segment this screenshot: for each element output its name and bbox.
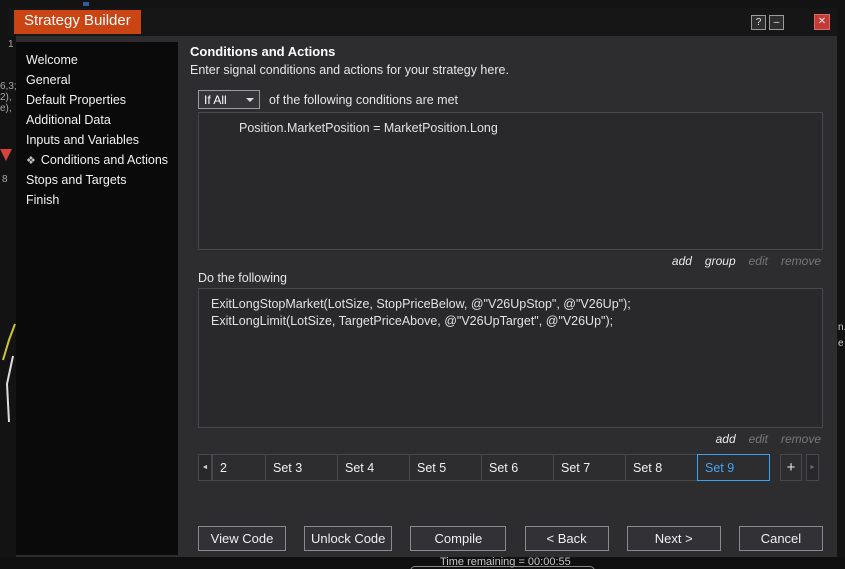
- tab-set-7[interactable]: Set 7: [553, 454, 626, 481]
- help-button[interactable]: ?: [751, 14, 766, 30]
- back-button[interactable]: < Back: [524, 526, 609, 551]
- help-icon: ?: [755, 16, 762, 28]
- tab-scroll-right-button[interactable]: ►: [806, 454, 819, 481]
- actions-links: add edit remove: [198, 432, 821, 446]
- dialog-buttons: View Code Unlock Code Compile < Back Nex…: [198, 526, 823, 551]
- chart-label-fragment: 1: [8, 39, 14, 50]
- chart-label-fragment: n..: [838, 322, 845, 333]
- tab-set-6[interactable]: Set 6: [481, 454, 554, 481]
- scroll-right-icon: ►: [809, 464, 816, 471]
- chart-label-fragment: 8: [2, 174, 8, 185]
- tab-set-9[interactable]: Set 9: [697, 454, 770, 481]
- conditions-edit-link: edit: [748, 254, 768, 268]
- sidebar: Welcome General Default Properties Addit…: [16, 42, 178, 555]
- minimize-button[interactable]: –: [769, 14, 784, 30]
- minimize-icon: –: [773, 16, 780, 28]
- titlebar-buttons: ? – ✕: [751, 14, 830, 30]
- conditions-links: add group edit remove: [198, 254, 821, 268]
- main-panel: Conditions and Actions Enter signal cond…: [190, 42, 823, 551]
- add-set-button[interactable]: +: [780, 454, 802, 481]
- condition-mode-select[interactable]: If All: [198, 90, 260, 109]
- chart-marker-dot: [83, 2, 89, 6]
- cancel-button[interactable]: Cancel: [738, 526, 823, 551]
- chart-background-left: 1 6,3; 2), e), 8: [0, 0, 89, 569]
- tab-set-8[interactable]: Set 8: [625, 454, 698, 481]
- actions-label: Do the following: [198, 271, 287, 285]
- plus-icon: +: [786, 459, 796, 476]
- conditions-group-link[interactable]: group: [705, 254, 736, 268]
- sidebar-item-inputs-and-variables[interactable]: Inputs and Variables: [16, 130, 178, 150]
- actions-add-link[interactable]: add: [716, 432, 736, 446]
- set-tabstrip: ◄ 2 Set 3 Set 4 Set 5 Set 6 Set 7 Set 8 …: [198, 454, 823, 481]
- sell-arrow-icon: [0, 149, 12, 161]
- sidebar-item-general[interactable]: General: [16, 70, 178, 90]
- close-icon: ✕: [817, 16, 827, 27]
- chart-label-fragment: e: [838, 338, 844, 349]
- sidebar-item-default-properties[interactable]: Default Properties: [16, 90, 178, 110]
- tab-set-3[interactable]: Set 3: [265, 454, 338, 481]
- chart-label-fragment: 2),: [0, 92, 12, 103]
- sidebar-item-conditions-and-actions[interactable]: ❖ Conditions and Actions: [16, 150, 178, 170]
- chevron-down-icon: [246, 97, 254, 102]
- page-subtitle: Enter signal conditions and actions for …: [190, 63, 509, 77]
- window-title: Strategy Builder: [14, 10, 141, 34]
- tab-set-5[interactable]: Set 5: [409, 454, 482, 481]
- tab-set-2[interactable]: 2: [212, 454, 266, 481]
- view-code-button[interactable]: View Code: [198, 526, 286, 551]
- scroll-left-icon: ◄: [201, 464, 209, 471]
- action-item[interactable]: ExitLongStopMarket(LotSize, StopPriceBel…: [211, 296, 814, 313]
- action-item[interactable]: ExitLongLimit(LotSize, TargetPriceAbove,…: [211, 313, 814, 330]
- tab-scroll-left-button[interactable]: ◄: [198, 454, 212, 481]
- chart-lines: [2, 323, 16, 423]
- condition-mode-row: If All of the following conditions are m…: [198, 90, 823, 109]
- sidebar-item-stops-and-targets[interactable]: Stops and Targets: [16, 170, 178, 190]
- sidebar-item-welcome[interactable]: Welcome: [16, 50, 178, 70]
- titlebar[interactable]: Strategy Builder ? – ✕: [8, 8, 837, 36]
- compile-button[interactable]: Compile: [410, 526, 507, 551]
- sidebar-item-additional-data[interactable]: Additional Data: [16, 110, 178, 130]
- conditions-remove-link: remove: [780, 254, 821, 268]
- actions-remove-link: remove: [780, 432, 821, 446]
- unlock-code-button[interactable]: Unlock Code: [304, 526, 393, 551]
- condition-mode-value: If All: [204, 92, 227, 107]
- chart-label-fragment: e),: [0, 103, 12, 114]
- screen: 1 6,3; 2), e), 8 n.. e Strategy Builder …: [0, 0, 845, 569]
- close-button[interactable]: ✕: [814, 14, 830, 30]
- tab-set-4[interactable]: Set 4: [337, 454, 410, 481]
- page-title: Conditions and Actions: [190, 44, 336, 59]
- chart-background-right: n.. e: [837, 0, 845, 569]
- next-button[interactable]: Next >: [626, 526, 721, 551]
- chart-label-fragment: 6,3;: [0, 81, 17, 92]
- actions-list[interactable]: ExitLongStopMarket(LotSize, StopPriceBel…: [198, 288, 823, 428]
- strategy-builder-window: Welcome General Default Properties Addit…: [16, 36, 837, 557]
- current-step-icon: ❖: [26, 155, 36, 167]
- condition-mode-caption: of the following conditions are met: [269, 92, 458, 107]
- conditions-list[interactable]: Position.MarketPosition = MarketPosition…: [198, 112, 823, 250]
- bottom-strip: Time remaining = 00:00:55: [0, 556, 845, 569]
- actions-edit-link: edit: [748, 432, 768, 446]
- sidebar-item-finish[interactable]: Finish: [16, 190, 178, 210]
- conditions-add-link[interactable]: add: [672, 254, 692, 268]
- condition-item[interactable]: Position.MarketPosition = MarketPosition…: [239, 120, 814, 137]
